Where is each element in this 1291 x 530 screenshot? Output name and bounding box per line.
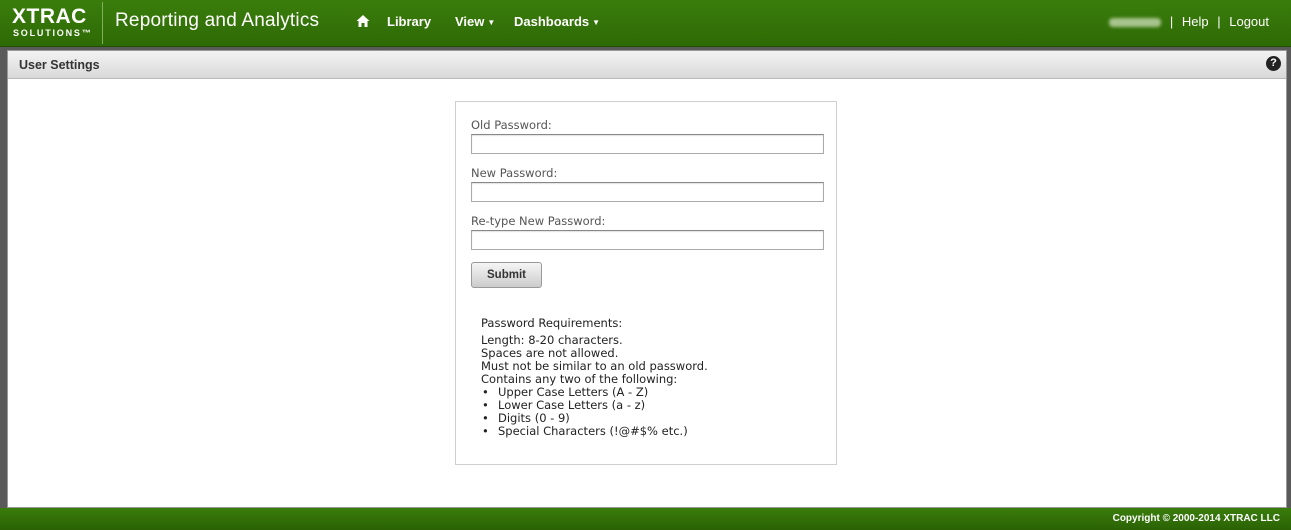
- user-settings-panel: User Settings ? Old Password: New Passwo…: [7, 50, 1287, 508]
- nav-view-label: View: [455, 14, 485, 29]
- nav-dashboards-menu[interactable]: Dashboards ▼: [514, 14, 600, 29]
- nav-library-label: Library: [387, 14, 432, 29]
- panel-header: User Settings ?: [8, 51, 1286, 79]
- app-title: Reporting and Analytics: [115, 10, 320, 31]
- panel-title: User Settings: [19, 58, 100, 72]
- requirements-title: Password Requirements:: [481, 316, 623, 330]
- user-area: | Help | Logout: [1109, 14, 1269, 29]
- chevron-down-icon: ▼: [592, 18, 601, 27]
- logo-sub-text: SOLUTIONS™: [13, 28, 93, 38]
- chevron-down-icon: ▼: [487, 18, 496, 27]
- old-password-label: Old Password:: [471, 118, 552, 132]
- nav-dashboards-label: Dashboards: [514, 14, 590, 29]
- separator: |: [1169, 14, 1174, 29]
- change-password-form: Old Password: New Password: Re-type New …: [455, 101, 837, 465]
- help-link[interactable]: Help: [1182, 14, 1209, 29]
- top-navigation-bar: XTRAC SOLUTIONS™ Reporting and Analytics…: [0, 0, 1291, 47]
- submit-button[interactable]: Submit: [471, 262, 542, 288]
- separator: |: [1217, 14, 1221, 29]
- old-password-input[interactable]: [471, 134, 824, 154]
- copyright-text: Copyright © 2000-2014 XTRAC LLC: [1112, 513, 1280, 524]
- requirement-bullet: Special Characters (!@#$% etc.): [481, 425, 708, 439]
- home-icon[interactable]: [356, 14, 370, 28]
- password-requirements: Password Requirements: Length: 8-20 char…: [481, 316, 708, 439]
- help-icon[interactable]: ?: [1266, 56, 1281, 71]
- retype-password-label: Re-type New Password:: [471, 214, 606, 228]
- new-password-input[interactable]: [471, 182, 824, 202]
- xtrac-logo[interactable]: XTRAC SOLUTIONS™: [6, 6, 96, 42]
- new-password-label: New Password:: [471, 166, 558, 180]
- footer-bar: Copyright © 2000-2014 XTRAC LLC: [0, 508, 1291, 530]
- retype-password-input[interactable]: [471, 230, 824, 250]
- logo-divider: [102, 2, 103, 44]
- requirement-bullets: Upper Case Letters (A - Z) Lower Case Le…: [481, 386, 708, 439]
- logout-link[interactable]: Logout: [1229, 14, 1269, 29]
- username-blurred: [1109, 18, 1162, 28]
- nav-view-menu[interactable]: View ▼: [455, 14, 495, 29]
- logo-main-text: XTRAC: [12, 5, 87, 28]
- nav-library[interactable]: Library: [387, 14, 431, 29]
